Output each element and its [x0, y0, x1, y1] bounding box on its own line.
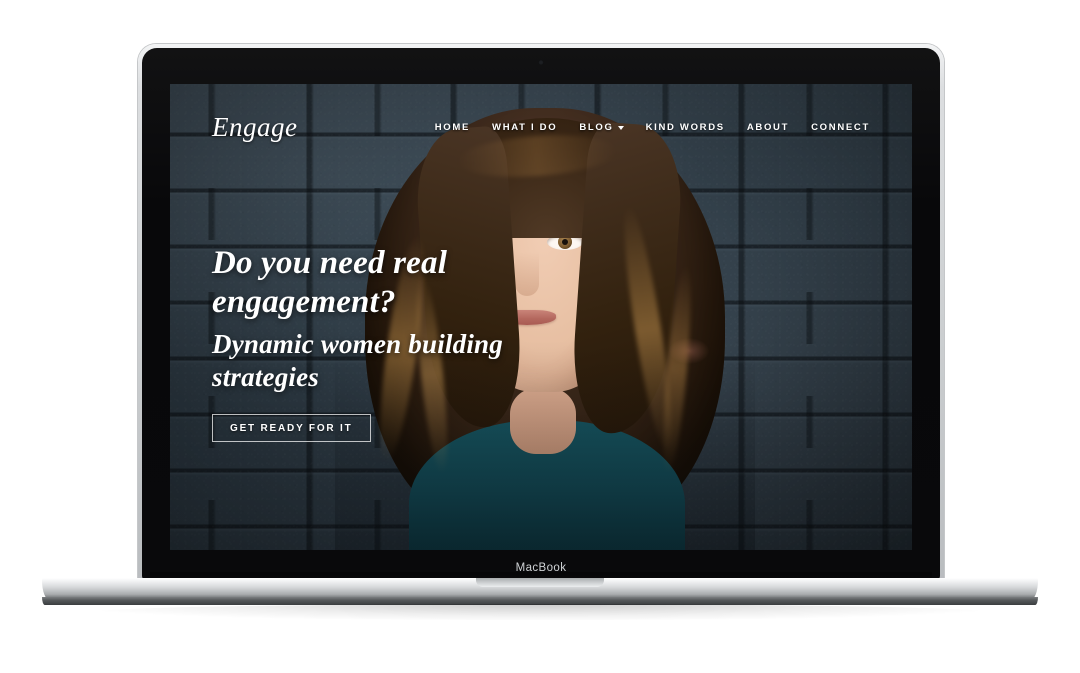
- get-ready-for-it-button[interactable]: GET READY FOR IT: [212, 413, 371, 442]
- nav-label: WHAT I DO: [492, 121, 558, 133]
- website-hero-section: Engage HOME WHAT I DO BLOG KIND WORDS AB…: [170, 84, 912, 550]
- nav-label: KIND WORDS: [645, 121, 725, 133]
- nav-item-kind-words[interactable]: KIND WORDS: [646, 122, 725, 133]
- nav-item-about[interactable]: ABOUT: [747, 122, 789, 133]
- site-logo[interactable]: Engage: [212, 112, 297, 143]
- screenshot-stage: MacBook Engage HOME WHAT I DO BLOG KIND …: [0, 0, 1080, 673]
- nav-label: ABOUT: [746, 121, 790, 133]
- hero-headline: Do you need real engagement?: [212, 245, 448, 320]
- chevron-down-icon[interactable]: [617, 126, 624, 130]
- main-navigation: HOME WHAT I DO BLOG KIND WORDS ABOUT CON…: [435, 122, 870, 133]
- laptop-base-notch: [476, 578, 604, 587]
- macbook-device: MacBook Engage HOME WHAT I DO BLOG KIND …: [0, 0, 1080, 673]
- pupil-right: [562, 239, 568, 245]
- webcam-dot-icon: [538, 60, 544, 65]
- nav-item-home[interactable]: HOME: [435, 122, 470, 133]
- hero-copy-block: Do you need real engagement? Dynamic wom…: [212, 244, 542, 442]
- nav-label: BLOG: [579, 121, 614, 133]
- laptop-drop-shadow: [96, 604, 984, 620]
- laptop-screen-viewport: Engage HOME WHAT I DO BLOG KIND WORDS AB…: [170, 84, 912, 550]
- nav-item-what-i-do[interactable]: WHAT I DO: [492, 122, 557, 133]
- nav-label: HOME: [434, 121, 471, 133]
- nav-label: CONNECT: [811, 121, 870, 133]
- nav-item-connect[interactable]: CONNECT: [811, 122, 870, 133]
- hero-subheadline: Dynamic women building strategies: [212, 328, 503, 392]
- nav-item-blog[interactable]: BLOG: [579, 121, 624, 133]
- site-header: Engage HOME WHAT I DO BLOG KIND WORDS AB…: [170, 110, 912, 144]
